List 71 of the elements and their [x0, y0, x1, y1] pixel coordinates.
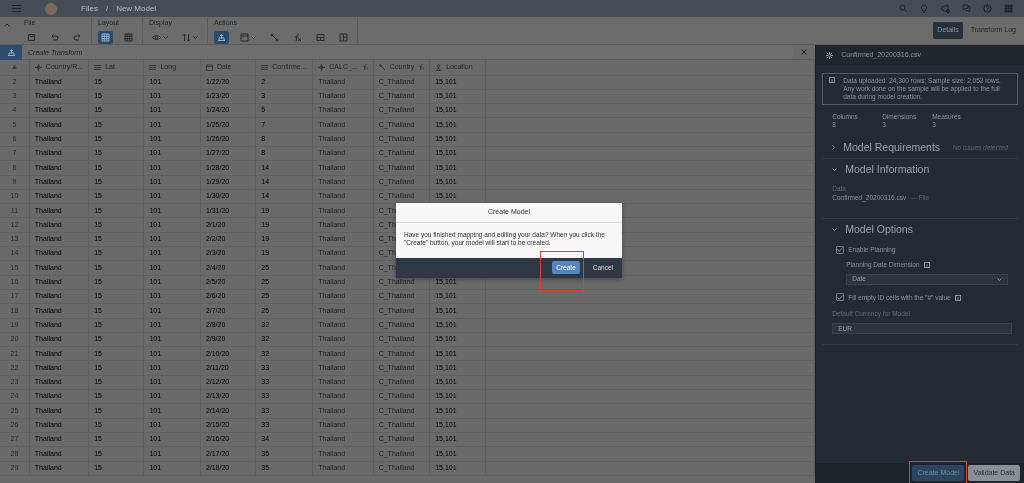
lightbulb-icon [920, 4, 929, 13]
function-icon [418, 64, 425, 71]
search-button[interactable] [899, 4, 908, 13]
breadcrumb-separator: / [105, 2, 109, 15]
location-icon [435, 63, 443, 71]
search-icon [899, 4, 908, 13]
table-icon [240, 32, 249, 42]
toolbar-button[interactable] [214, 30, 229, 44]
help-button[interactable] [983, 4, 992, 13]
function-icon [361, 64, 368, 71]
chevron-up-icon [4, 23, 10, 27]
close-button[interactable] [801, 49, 808, 55]
chevron-right-icon [832, 145, 836, 151]
undo-icon [50, 32, 59, 42]
link-icon [270, 32, 279, 42]
layout-icon [316, 32, 325, 42]
redo-icon [73, 32, 82, 42]
check-icon [837, 247, 844, 253]
checkbox[interactable] [836, 293, 845, 302]
grid-icon [124, 32, 133, 42]
calendar-icon [205, 63, 213, 71]
grid-icon [101, 32, 110, 42]
info-icon [829, 77, 836, 83]
avatar[interactable] [45, 2, 57, 15]
measure-icon [261, 63, 269, 71]
info-icon [923, 261, 930, 268]
measure-icon [149, 63, 157, 71]
pin-icon [378, 63, 386, 71]
lightbulb-button[interactable] [920, 4, 929, 13]
close-icon [801, 49, 808, 55]
chat-button[interactable] [962, 4, 971, 13]
save-icon [27, 32, 36, 42]
caret-icon [251, 35, 256, 39]
section-title[interactable]: Model Options [845, 222, 913, 238]
check-icon [837, 294, 844, 300]
toolbar-button[interactable] [98, 30, 113, 44]
gear-icon [826, 51, 834, 59]
transform-icon [6, 47, 16, 57]
megaphone-icon [941, 4, 950, 13]
info-icon [954, 294, 961, 301]
breadcrumb-current: New Model [116, 2, 157, 15]
chevron-down-icon [832, 228, 838, 232]
section-title[interactable]: Model Requirements [843, 140, 941, 156]
chevron-down-icon [997, 277, 1002, 281]
apps-icon [1004, 4, 1013, 13]
transform-button[interactable] [0, 45, 22, 60]
menu-button[interactable] [12, 5, 21, 12]
help-icon [983, 4, 992, 13]
caret-icon [163, 35, 168, 39]
menu-icon [12, 5, 21, 12]
collapse-button[interactable] [4, 23, 10, 27]
toolbar-button[interactable] [336, 30, 351, 44]
checkbox[interactable] [836, 245, 845, 254]
chat-icon [962, 4, 971, 13]
eye-icon [152, 32, 161, 42]
apps-button[interactable] [1004, 4, 1013, 13]
chevron-down-icon [832, 168, 838, 172]
megaphone-button[interactable] [941, 4, 950, 13]
function-icon [293, 32, 302, 42]
dimension-icon [318, 63, 326, 71]
section-title[interactable]: Model Information [845, 162, 930, 178]
caret-icon [193, 35, 198, 39]
panel-icon [339, 32, 348, 42]
transform-icon [217, 32, 226, 42]
dimension-icon [34, 63, 42, 71]
sort-icon [182, 32, 191, 42]
measure-icon [94, 63, 102, 71]
toolbar-button[interactable] [237, 30, 259, 44]
breadcrumb-link[interactable]: Files [81, 2, 98, 15]
toolbar-button[interactable] [121, 30, 136, 44]
sort-up-icon [11, 65, 17, 70]
